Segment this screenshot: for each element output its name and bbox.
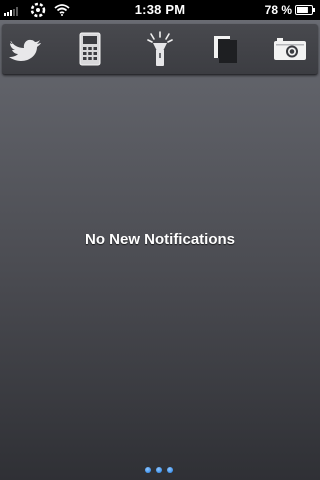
twitter-button[interactable]	[5, 29, 45, 69]
camera-button[interactable]	[270, 29, 310, 69]
page-dot	[156, 467, 162, 473]
flashlight-icon	[147, 31, 173, 66]
battery-percent: 78 %	[264, 3, 292, 17]
widget-toolbar	[2, 24, 318, 75]
no-notifications-message: No New Notifications	[84, 231, 235, 248]
flashlight-button[interactable]	[140, 29, 180, 69]
phone-button[interactable]	[70, 29, 110, 69]
page-dot	[167, 467, 173, 473]
clipboard-icon	[214, 36, 237, 63]
battery-icon	[295, 5, 315, 15]
twitter-bird-icon	[9, 39, 41, 61]
camera-icon	[274, 38, 306, 60]
clipboard-button[interactable]	[205, 29, 245, 69]
status-bar: 1:38 PM 78 %	[0, 0, 320, 20]
page-dot	[145, 467, 151, 473]
phone-icon	[79, 32, 101, 66]
page-indicator[interactable]	[145, 467, 177, 475]
